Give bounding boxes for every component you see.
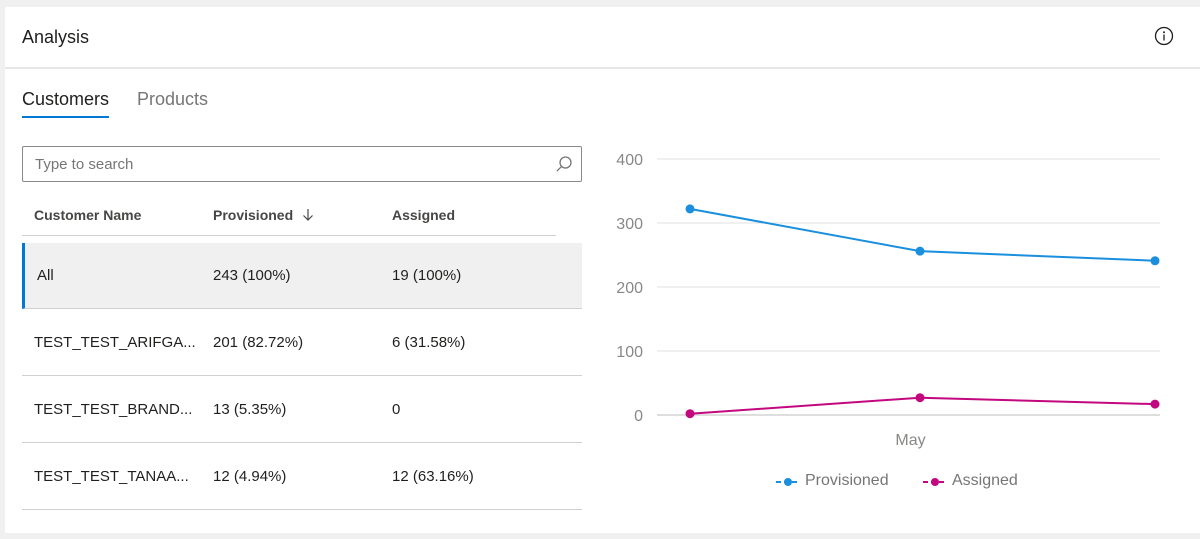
card-title: Analysis xyxy=(22,27,90,47)
column-header-customer-name[interactable]: Customer Name xyxy=(34,207,141,223)
legend-label: Assigned xyxy=(952,472,1018,489)
customer-table: Customer Name Provisioned Assigned All 2… xyxy=(22,197,582,510)
y-tick-label: 200 xyxy=(616,280,643,297)
legend-label: Provisioned xyxy=(805,472,889,489)
legend-marker xyxy=(923,478,947,486)
search-input[interactable] xyxy=(35,147,545,181)
x-tick-label: May xyxy=(895,432,925,449)
table-header: Customer Name Provisioned Assigned xyxy=(22,197,582,236)
cell-provisioned: 12 (4.94%) xyxy=(213,468,287,485)
data-point[interactable] xyxy=(915,393,925,403)
cell-assigned: 12 (63.16%) xyxy=(392,468,474,485)
y-tick-label: 400 xyxy=(616,152,643,169)
column-header-label: Provisioned xyxy=(213,207,294,223)
cell-customer-name: All xyxy=(37,267,54,284)
table-row[interactable]: TEST_TEST_ARIFGA... 201 (82.72%) 6 (31.5… xyxy=(22,310,582,376)
cell-customer-name: TEST_TEST_ARIFGA... xyxy=(34,334,196,351)
search-icon[interactable] xyxy=(555,155,573,173)
header-divider xyxy=(22,235,556,236)
data-point[interactable] xyxy=(1150,256,1160,266)
tab-customers[interactable]: Customers xyxy=(22,89,110,118)
table-row[interactable]: TEST_TEST_BRAND... 13 (5.35%) 0 xyxy=(22,377,582,443)
cell-assigned: 6 (31.58%) xyxy=(392,334,466,351)
column-header-assigned[interactable]: Assigned xyxy=(392,207,455,223)
data-point[interactable] xyxy=(685,204,695,214)
y-tick-label: 0 xyxy=(634,408,643,425)
data-point[interactable] xyxy=(1150,399,1160,409)
cell-customer-name: TEST_TEST_TANAA... xyxy=(34,468,189,485)
table-row[interactable]: All 243 (100%) 19 (100%) xyxy=(22,243,582,309)
legend-marker xyxy=(776,478,800,486)
cell-assigned: 19 (100%) xyxy=(392,267,462,284)
y-tick-label: 100 xyxy=(616,344,643,361)
info-icon[interactable] xyxy=(1154,26,1174,46)
y-tick-label: 300 xyxy=(616,216,643,233)
analysis-card: Analysis Customers Products Customer Nam… xyxy=(5,7,1200,533)
data-point[interactable] xyxy=(915,246,925,256)
cell-provisioned: 243 (100%) xyxy=(213,267,291,284)
data-point[interactable] xyxy=(685,409,695,419)
tab-products[interactable]: Products xyxy=(137,89,208,116)
sort-descending-icon xyxy=(303,209,313,221)
table-row[interactable]: TEST_TEST_TANAA... 12 (4.94%) 12 (63.16%… xyxy=(22,444,582,510)
cell-customer-name: TEST_TEST_BRAND... xyxy=(34,401,193,418)
card-header: Analysis xyxy=(5,7,1200,69)
cell-provisioned: 201 (82.72%) xyxy=(213,334,304,351)
cell-provisioned: 13 (5.35%) xyxy=(213,401,287,418)
cell-assigned: 0 xyxy=(392,401,401,418)
search-box xyxy=(22,146,582,182)
column-header-provisioned[interactable]: Provisioned xyxy=(213,207,315,223)
line-chart: 0 100 200 300 400 May xyxy=(616,152,1160,449)
